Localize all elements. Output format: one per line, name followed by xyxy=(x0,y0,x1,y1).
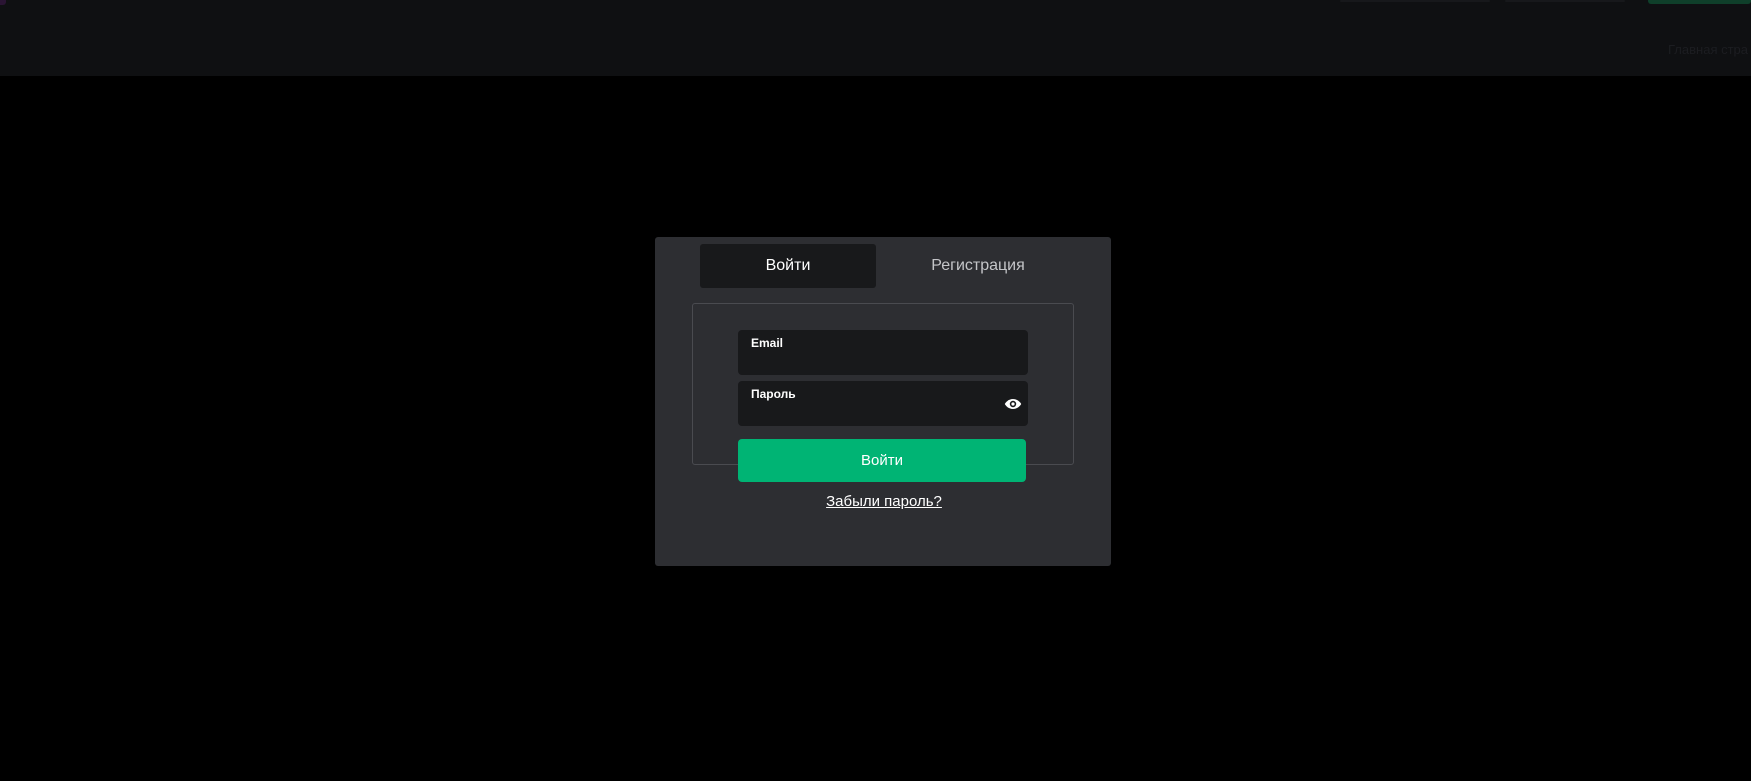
site-header: Главная стра xyxy=(0,0,1751,76)
password-field[interactable]: Пароль xyxy=(738,381,1028,426)
header-nav-bar xyxy=(1505,0,1625,2)
auth-modal: Войти Регистрация Email Пароль Войти Заб… xyxy=(655,237,1111,566)
header-nav-link: Главная стра xyxy=(1668,42,1749,57)
header-logo-mark xyxy=(0,0,6,5)
forgot-password-link[interactable]: Забыли пароль? xyxy=(693,493,1075,510)
page: Главная стра Войти Регистрация Email Пар… xyxy=(0,0,1751,781)
tab-register[interactable]: Регистрация xyxy=(890,244,1066,288)
password-input[interactable] xyxy=(751,403,1001,421)
header-nav-bar xyxy=(1340,0,1490,2)
login-submit-button[interactable]: Войти xyxy=(738,439,1026,482)
header-accent-button xyxy=(1648,0,1751,4)
login-form: Email Пароль Войти Забыли пароль? xyxy=(692,303,1074,510)
auth-tabs: Войти Регистрация xyxy=(700,244,1066,288)
email-input[interactable] xyxy=(751,352,1001,370)
email-field[interactable]: Email xyxy=(738,330,1028,375)
eye-icon[interactable] xyxy=(1004,397,1022,411)
tab-login[interactable]: Войти xyxy=(700,244,876,288)
email-label: Email xyxy=(751,336,784,350)
password-label: Пароль xyxy=(751,387,796,401)
